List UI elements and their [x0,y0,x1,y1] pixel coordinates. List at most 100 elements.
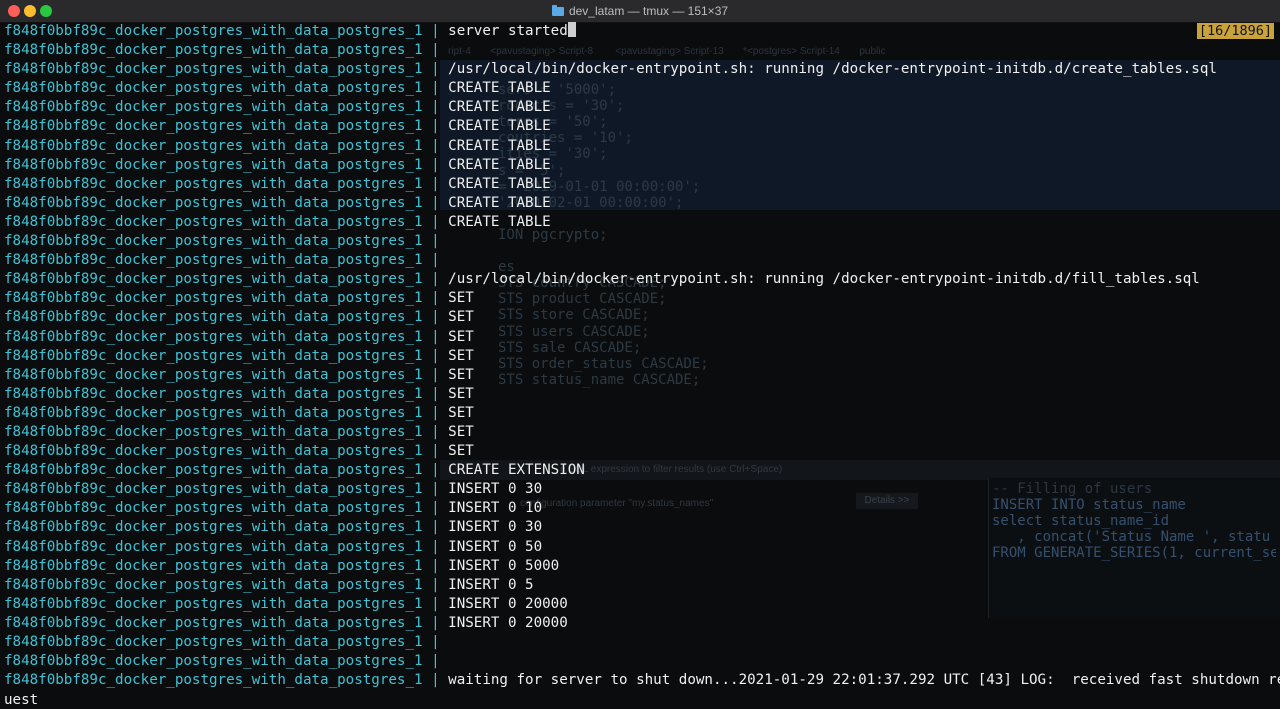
log-line: f848f0bbf89c_docker_postgres_with_data_p… [4,41,1280,60]
container-name-prefix: f848f0bbf89c_docker_postgres_with_data_p… [4,481,423,498]
container-name-prefix: f848f0bbf89c_docker_postgres_with_data_p… [4,118,423,135]
log-line: f848f0bbf89c_docker_postgres_with_data_p… [4,347,1280,366]
log-separator: | [422,443,449,460]
container-name-prefix: f848f0bbf89c_docker_postgres_with_data_p… [4,252,423,269]
log-message: INSERT 0 5000 [448,557,560,574]
log-line: f848f0bbf89c_docker_postgres_with_data_p… [4,270,1280,289]
log-line: f848f0bbf89c_docker_postgres_with_data_p… [4,423,1280,442]
log-separator: | [422,252,449,269]
terminal-output[interactable]: f848f0bbf89c_docker_postgres_with_data_p… [4,22,1280,690]
log-message: CREATE TABLE [448,80,551,97]
log-separator: | [422,519,449,536]
log-line: f848f0bbf89c_docker_postgres_with_data_p… [4,175,1280,194]
log-line: f848f0bbf89c_docker_postgres_with_data_p… [4,633,1280,652]
log-separator: | [422,271,449,288]
log-message: CREATE TABLE [448,156,551,173]
log-separator: | [422,423,449,440]
log-line: f848f0bbf89c_docker_postgres_with_data_p… [4,289,1280,308]
log-separator: | [422,672,449,689]
log-line: f848f0bbf89c_docker_postgres_with_data_p… [4,22,1280,41]
log-separator: | [422,595,449,612]
log-line: f848f0bbf89c_docker_postgres_with_data_p… [4,98,1280,117]
log-separator: | [422,614,449,631]
log-line: f848f0bbf89c_docker_postgres_with_data_p… [4,652,1280,671]
log-message: INSERT 0 10 [448,500,543,517]
log-line: f848f0bbf89c_docker_postgres_with_data_p… [4,480,1280,499]
container-name-prefix: f848f0bbf89c_docker_postgres_with_data_p… [4,99,423,116]
container-name-prefix: f848f0bbf89c_docker_postgres_with_data_p… [4,347,423,364]
container-name-prefix: f848f0bbf89c_docker_postgres_with_data_p… [4,156,423,173]
log-message: INSERT 0 30 [448,481,543,498]
terminal-cursor [567,22,576,37]
log-message: SET [448,385,474,402]
container-name-prefix: f848f0bbf89c_docker_postgres_with_data_p… [4,385,423,402]
log-separator: | [422,653,449,670]
container-name-prefix: f848f0bbf89c_docker_postgres_with_data_p… [4,175,423,192]
log-line: f848f0bbf89c_docker_postgres_with_data_p… [4,595,1280,614]
log-line: f848f0bbf89c_docker_postgres_with_data_p… [4,518,1280,537]
log-message: SET [448,328,474,345]
log-separator: | [422,634,449,650]
log-message: SET [448,290,474,307]
log-separator: | [422,194,449,211]
tmux-scroll-position: [16/1896] [1196,23,1274,39]
container-name-prefix: f848f0bbf89c_docker_postgres_with_data_p… [4,672,423,689]
log-separator: | [422,233,449,250]
log-separator: | [422,462,449,479]
log-message: SET [448,443,474,460]
log-separator: | [422,404,449,421]
container-name-prefix: f848f0bbf89c_docker_postgres_with_data_p… [4,233,423,250]
folder-icon [551,5,564,16]
log-message: INSERT 0 20000 [448,614,568,631]
log-line: f848f0bbf89c_docker_postgres_with_data_p… [4,117,1280,136]
log-line: f848f0bbf89c_docker_postgres_with_data_p… [4,557,1280,576]
log-line: f848f0bbf89c_docker_postgres_with_data_p… [4,213,1280,232]
container-name-prefix: f848f0bbf89c_docker_postgres_with_data_p… [4,137,423,154]
title-bar: dev_latam — tmux — 151×37 [0,0,1280,23]
log-message: CREATE TABLE [448,137,551,154]
log-separator: | [422,366,449,383]
log-line: f848f0bbf89c_docker_postgres_with_data_p… [4,79,1280,98]
container-name-prefix: f848f0bbf89c_docker_postgres_with_data_p… [4,443,423,460]
log-message: SET [448,366,474,383]
log-separator: | [422,213,449,230]
log-line: f848f0bbf89c_docker_postgres_with_data_p… [4,461,1280,480]
container-name-prefix: f848f0bbf89c_docker_postgres_with_data_p… [4,404,423,421]
log-separator: | [422,156,449,173]
log-message: INSERT 0 5 [448,576,534,593]
log-line: f848f0bbf89c_docker_postgres_with_data_p… [4,232,1280,251]
container-name-prefix: f848f0bbf89c_docker_postgres_with_data_p… [4,80,423,97]
log-separator: | [422,99,449,116]
log-message: SET [448,309,474,326]
log-message: INSERT 0 30 [448,519,543,536]
log-line: f848f0bbf89c_docker_postgres_with_data_p… [4,251,1280,270]
log-line: f848f0bbf89c_docker_postgres_with_data_p… [4,137,1280,156]
terminal-window: dev_latam — tmux — 151×37 ript-4 <pavust… [0,0,1280,709]
log-separator: | [422,328,449,345]
container-name-prefix: f848f0bbf89c_docker_postgres_with_data_p… [4,538,423,555]
log-message: /usr/local/bin/docker-entrypoint.sh: run… [448,271,1200,288]
container-name-prefix: f848f0bbf89c_docker_postgres_with_data_p… [4,500,423,517]
container-name-prefix: f848f0bbf89c_docker_postgres_with_data_p… [4,595,423,612]
log-separator: | [422,557,449,574]
container-name-prefix: f848f0bbf89c_docker_postgres_with_data_p… [4,271,423,288]
log-message: SET [448,347,474,364]
log-line: f848f0bbf89c_docker_postgres_with_data_p… [4,308,1280,327]
log-separator: | [422,347,449,364]
log-line: f848f0bbf89c_docker_postgres_with_data_p… [4,538,1280,557]
window-title: dev_latam — tmux — 151×37 [568,4,729,18]
log-separator: | [422,500,449,517]
log-separator: | [422,576,449,593]
container-name-prefix: f848f0bbf89c_docker_postgres_with_data_p… [4,576,423,593]
container-name-prefix: f848f0bbf89c_docker_postgres_with_data_p… [4,23,423,39]
container-name-prefix: f848f0bbf89c_docker_postgres_with_data_p… [4,213,423,230]
container-name-prefix: f848f0bbf89c_docker_postgres_with_data_p… [4,634,423,650]
window-title-container: dev_latam — tmux — 151×37 [0,4,1280,18]
log-separator: | [422,481,449,498]
log-line: f848f0bbf89c_docker_postgres_with_data_p… [4,671,1280,690]
log-separator: | [422,385,449,402]
log-message: INSERT 0 50 [448,538,543,555]
log-message: INSERT 0 20000 [448,595,568,612]
log-line: f848f0bbf89c_docker_postgres_with_data_p… [4,576,1280,595]
container-name-prefix: f848f0bbf89c_docker_postgres_with_data_p… [4,519,423,536]
